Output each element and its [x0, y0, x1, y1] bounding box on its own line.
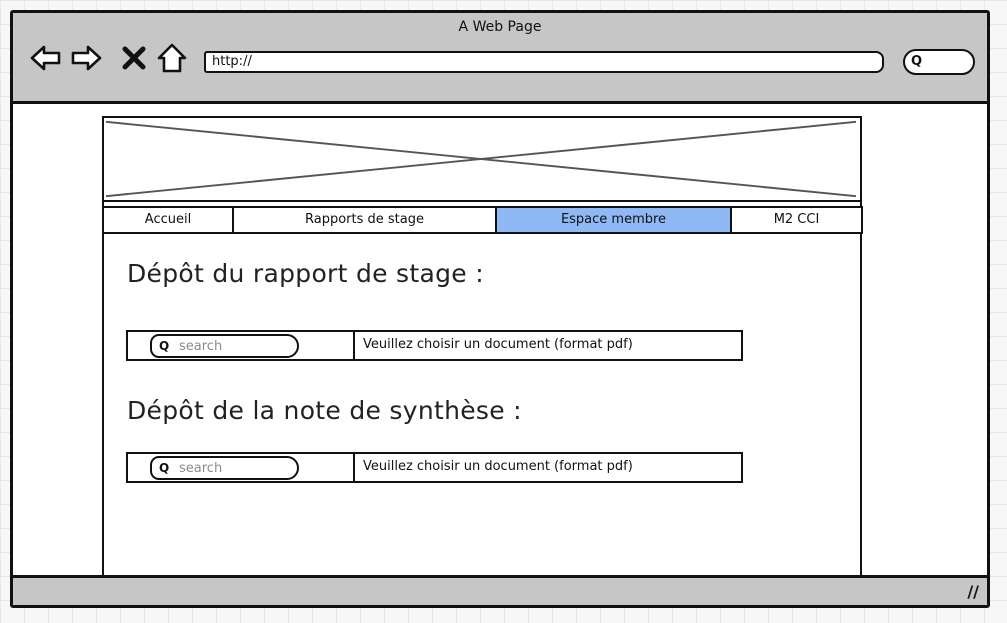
divider — [353, 454, 355, 481]
heading-text: Dépôt du rapport de stage — [127, 259, 467, 288]
upload-hint: Veuillez choisir un document (format pdf… — [363, 337, 633, 352]
heading-colon: : — [475, 259, 484, 288]
tab-rapports-de-stage[interactable]: Rapports de stage — [234, 208, 497, 232]
browser-toolbar: A Web Page http:// Q — [13, 13, 987, 104]
search-input[interactable]: Q search — [150, 334, 299, 358]
tab-espace-membre[interactable]: Espace membre — [497, 208, 732, 232]
browser-search-field[interactable]: Q — [903, 49, 975, 75]
divider — [353, 332, 355, 359]
heading-colon: : — [513, 396, 522, 425]
heading-text: Dépôt de la note de synthèse — [127, 396, 505, 425]
status-bar: // — [13, 575, 987, 605]
file-upload-rapport[interactable]: Q search Veuillez choisir un document (f… — [126, 330, 743, 361]
browser-window: A Web Page http:// Q Accueil Rapports de… — [10, 10, 990, 608]
window-title: A Web Page — [458, 19, 542, 35]
search-placeholder: search — [179, 461, 223, 476]
banner-image-placeholder — [102, 116, 862, 202]
search-placeholder: search — [179, 339, 223, 354]
search-icon: Q — [911, 54, 923, 69]
main-navigation: Accueil Rapports de stage Espace membre … — [102, 206, 863, 234]
search-input[interactable]: Q search — [150, 456, 299, 480]
home-icon[interactable] — [155, 41, 189, 75]
upload-hint: Veuillez choisir un document (format pdf… — [363, 459, 633, 474]
url-input[interactable]: http:// — [204, 51, 884, 73]
search-icon: Q — [159, 461, 170, 475]
back-arrow-icon[interactable] — [29, 41, 63, 75]
tab-m2-cci[interactable]: M2 CCI — [732, 208, 861, 232]
close-icon[interactable] — [117, 41, 151, 75]
resize-handle-icon[interactable]: // — [967, 582, 979, 601]
search-icon: Q — [159, 339, 170, 353]
section-heading-rapport: Dépôt du rapport de stage : — [127, 259, 484, 288]
url-text: http:// — [212, 54, 252, 69]
forward-arrow-icon[interactable] — [69, 41, 103, 75]
section-heading-synthese: Dépôt de la note de synthèse : — [127, 396, 522, 425]
file-upload-synthese[interactable]: Q search Veuillez choisir un document (f… — [126, 452, 743, 483]
tab-accueil[interactable]: Accueil — [104, 208, 234, 232]
